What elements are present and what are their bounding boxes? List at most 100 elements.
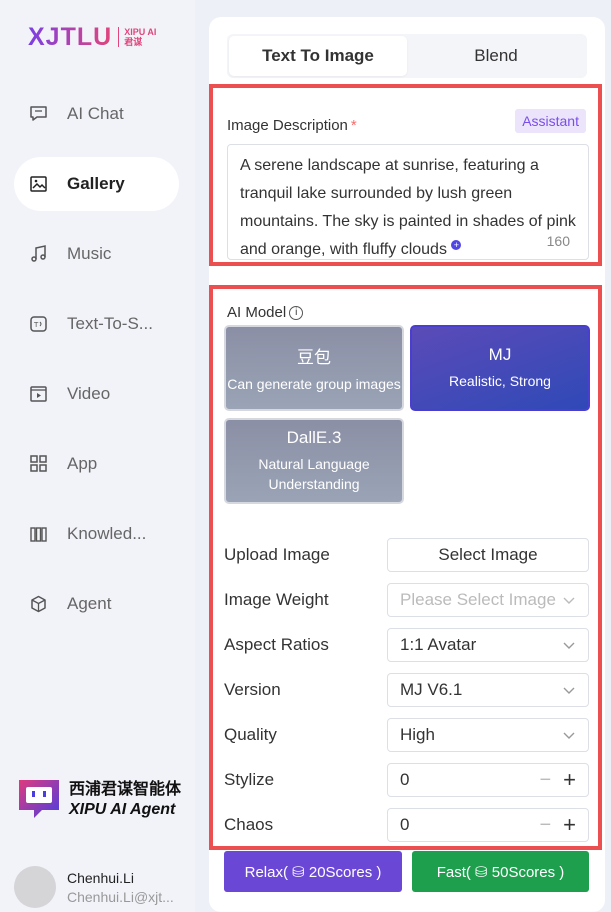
sidebar-item-ai-chat[interactable]: AI Chat [14,87,179,141]
sidebar-item-gallery[interactable]: Gallery [14,157,179,211]
aspect-ratios-row: Aspect Ratios 1:1 Avatar [224,628,594,662]
sidebar-item-label: Video [67,384,111,403]
stylize-stepper[interactable]: 0 − + [387,763,589,797]
version-label: Version [224,680,281,699]
version-select[interactable]: MJ V6.1 [387,673,589,707]
fast-generate-button[interactable]: Fast( ⛁ 50Scores ) [412,851,589,892]
image-weight-placeholder: Please Select Image [400,590,556,609]
ai-model-label: AI Model i [227,304,304,321]
model-subtitle: Natural Language Understanding [258,456,370,492]
model-subtitle: Realistic, Strong [449,373,551,389]
model-card-doubao[interactable]: 豆包 Can generate group images [224,325,404,411]
sidebar-item-label: Agent [67,594,112,613]
select-image-button[interactable]: Select Image [387,538,589,572]
quality-row: Quality High [224,718,594,752]
character-count: 160 [546,233,570,249]
aspect-ratios-value: 1:1 Avatar [400,635,477,654]
chaos-label: Chaos [224,815,274,834]
mode-tabs: Text To Image Blend [227,34,587,78]
image-weight-row: Image Weight Please Select Image [224,583,594,617]
model-card-dalle3[interactable]: DallE.3 Natural Language Understanding [224,418,404,504]
chaos-stepper[interactable]: 0 − + [387,808,589,842]
music-icon [28,244,48,264]
gallery-icon [28,174,48,194]
sidebar-item-label: Knowled... [67,524,147,543]
user-name: Chenhui.Li [67,869,134,886]
video-icon [28,384,48,404]
increment-button[interactable]: + [563,812,576,838]
sidebar-item-app[interactable]: App [14,437,179,491]
sidebar-item-knowledge[interactable]: Knowled... [14,507,179,561]
ai-model-label-text: AI Model [227,304,287,321]
stylize-label: Stylize [224,770,275,789]
model-title: 豆包 [297,347,331,367]
quality-label: Quality [224,725,277,744]
image-weight-label: Image Weight [224,590,329,609]
xipu-ai-agent-brand: 西浦君谋智能体 XIPU AI Agent [14,772,181,822]
required-mark: * [350,117,357,134]
sidebar-item-agent[interactable]: Agent [14,577,179,631]
logo-sub-line2: 君谋 [124,37,143,47]
app-grid-icon [28,454,48,474]
chat-icon [28,104,48,124]
knowledge-icon [28,524,48,544]
brand-name-cn: 西浦君谋智能体 [69,781,182,798]
info-icon[interactable]: i [289,305,304,320]
svg-text:T: T [33,321,39,329]
image-description-section: Image Description * Assistant A serene la… [209,84,602,266]
chaos-row: Chaos 0 − + [224,808,594,842]
sidebar-item-music[interactable]: Music [14,227,179,281]
aspect-ratios-label: Aspect Ratios [224,635,329,654]
sidebar-item-label: AI Chat [67,104,124,123]
sidebar-item-label: App [67,454,98,473]
chaos-value: 0 [400,815,410,834]
decrement-button[interactable]: − [539,769,551,792]
image-weight-select[interactable]: Please Select Image [387,583,589,617]
xipu-agent-logo-icon [19,780,59,818]
logo-text: XJTLU [28,22,113,51]
model-title: MJ [488,345,512,364]
assistant-button[interactable]: Assistant [515,109,586,133]
xjtlu-logo[interactable]: XJTLU XIPU AI 君谋 [28,22,156,52]
avatar[interactable] [14,866,56,908]
quality-value: High [400,725,435,744]
decrement-button[interactable]: − [539,814,551,837]
sidebar-item-label: Text-To-S... [67,314,153,333]
model-title: DallE.3 [286,428,342,447]
tab-blend[interactable]: Blend [407,36,585,76]
user-email: Chenhui.Li@xjt... [67,888,174,905]
brand-name-en: XIPU AI Agent [69,801,176,818]
image-generation-panel: Text To Image Blend Image Description * A… [209,17,605,912]
chevron-down-icon [563,687,575,694]
upload-image-row: Upload Image Select Image [224,538,594,572]
user-profile[interactable]: Chenhui.Li Chenhui.Li@xjt... [14,866,174,908]
sidebar-item-text-to-speech[interactable]: T Text-To-S... [14,297,179,351]
aspect-ratios-select[interactable]: 1:1 Avatar [387,628,589,662]
model-card-mj[interactable]: MJ Realistic, Strong [410,325,590,411]
stylize-value: 0 [400,770,410,789]
increment-button[interactable]: + [563,767,576,793]
description-text: A serene landscape at sunrise, featuring… [240,157,576,258]
sidebar-item-label: Music [67,244,112,263]
logo-subtext: XIPU AI 君谋 [118,27,156,47]
model-subtitle: Can generate group images [227,375,401,392]
image-description-label: Image Description * [227,117,357,134]
generation-settings-section: AI Model i 豆包 Can generate group images … [209,285,602,850]
relax-generate-button[interactable]: Relax( ⛁ 20Scores ) [224,851,402,892]
sidebar: XJTLU XIPU AI 君谋 AI Chat Gallery Music T… [0,0,195,912]
tab-text-to-image[interactable]: Text To Image [229,36,407,76]
text-to-speech-icon: T [28,314,48,334]
description-label-text: Image Description [227,117,348,134]
chevron-down-icon [563,642,575,649]
chevron-down-icon [563,732,575,739]
add-icon[interactable]: + [451,239,462,250]
logo-sub-line1: XIPU AI [124,27,157,37]
sidebar-item-video[interactable]: Video [14,367,179,421]
upload-image-label: Upload Image [224,545,330,564]
version-row: Version MJ V6.1 [224,673,594,707]
version-value: MJ V6.1 [400,680,463,699]
quality-select[interactable]: High [387,718,589,752]
image-description-textarea[interactable]: A serene landscape at sunrise, featuring… [227,144,589,260]
stylize-row: Stylize 0 − + [224,763,594,797]
sidebar-item-label: Gallery [67,174,125,193]
